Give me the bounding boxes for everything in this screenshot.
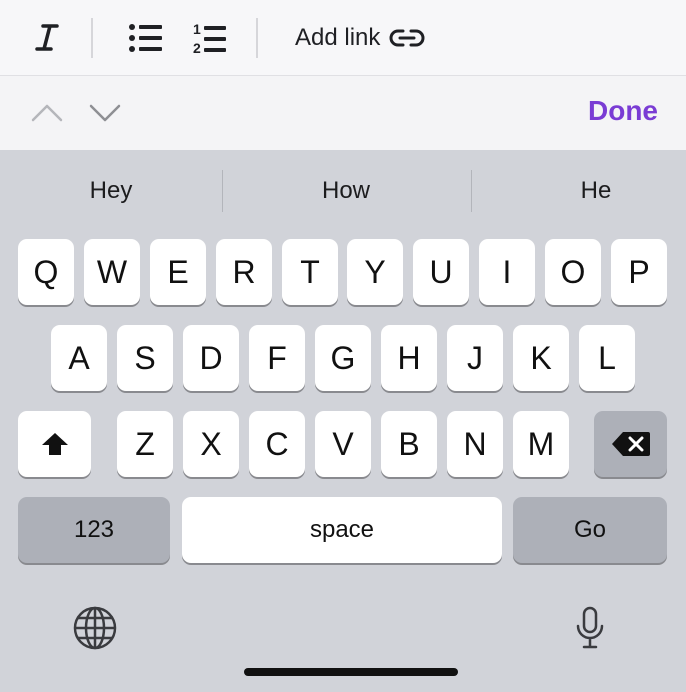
key-l[interactable]: L: [579, 325, 635, 391]
key-i[interactable]: I: [479, 239, 535, 305]
key-j[interactable]: J: [447, 325, 503, 391]
key-a[interactable]: A: [51, 325, 107, 391]
home-indicator: [244, 668, 458, 676]
key-e[interactable]: E: [150, 239, 206, 305]
key-t[interactable]: T: [282, 239, 338, 305]
toolbar-divider: [91, 18, 93, 58]
key-m[interactable]: M: [513, 411, 569, 477]
key-o[interactable]: O: [545, 239, 601, 305]
key-x[interactable]: X: [183, 411, 239, 477]
key-z[interactable]: Z: [117, 411, 173, 477]
add-link-button[interactable]: Add link: [295, 18, 426, 58]
add-link-label: Add link: [295, 24, 381, 51]
backspace-icon: [611, 432, 650, 456]
key-f[interactable]: F: [249, 325, 305, 391]
key-s[interactable]: S: [117, 325, 173, 391]
key-q[interactable]: Q: [18, 239, 74, 305]
toolbar-divider: [256, 18, 258, 58]
numbered-list-digit-1: 1: [193, 21, 201, 37]
key-d[interactable]: D: [183, 325, 239, 391]
format-toolbar: 1 2 Add link: [0, 0, 686, 76]
key-y[interactable]: Y: [347, 239, 403, 305]
key-u[interactable]: U: [413, 239, 469, 305]
suggestion-divider: [222, 170, 223, 212]
numbered-list-icon[interactable]: 1 2: [192, 20, 228, 56]
microphone-icon[interactable]: [574, 605, 606, 651]
space-key[interactable]: space: [182, 497, 502, 563]
key-b[interactable]: B: [381, 411, 437, 477]
key-n[interactable]: N: [447, 411, 503, 477]
numbered-list-digit-2: 2: [193, 40, 201, 56]
key-r[interactable]: R: [216, 239, 272, 305]
key-v[interactable]: V: [315, 411, 371, 477]
key-k[interactable]: K: [513, 325, 569, 391]
key-g[interactable]: G: [315, 325, 371, 391]
globe-icon[interactable]: [72, 605, 118, 651]
chevron-down-icon[interactable]: [88, 98, 122, 128]
key-c[interactable]: C: [249, 411, 305, 477]
key-h[interactable]: H: [381, 325, 437, 391]
shift-icon: [41, 433, 68, 455]
bullet-list-icon[interactable]: [128, 22, 164, 54]
suggestion-item[interactable]: How: [235, 168, 457, 214]
predictive-bar: Hey How He: [0, 168, 686, 214]
link-icon: [389, 29, 425, 47]
key-p[interactable]: P: [611, 239, 667, 305]
chevron-up-icon[interactable]: [30, 98, 64, 128]
suggestion-item[interactable]: He: [485, 168, 686, 214]
suggestion-divider: [471, 170, 472, 212]
go-key[interactable]: Go: [513, 497, 667, 563]
suggestion-item[interactable]: Hey: [0, 168, 222, 214]
backspace-key[interactable]: [594, 411, 667, 477]
done-button[interactable]: Done: [588, 95, 658, 127]
numbers-key[interactable]: 123: [18, 497, 170, 563]
shift-key[interactable]: [18, 411, 91, 477]
key-w[interactable]: W: [84, 239, 140, 305]
italic-icon[interactable]: [30, 20, 64, 54]
